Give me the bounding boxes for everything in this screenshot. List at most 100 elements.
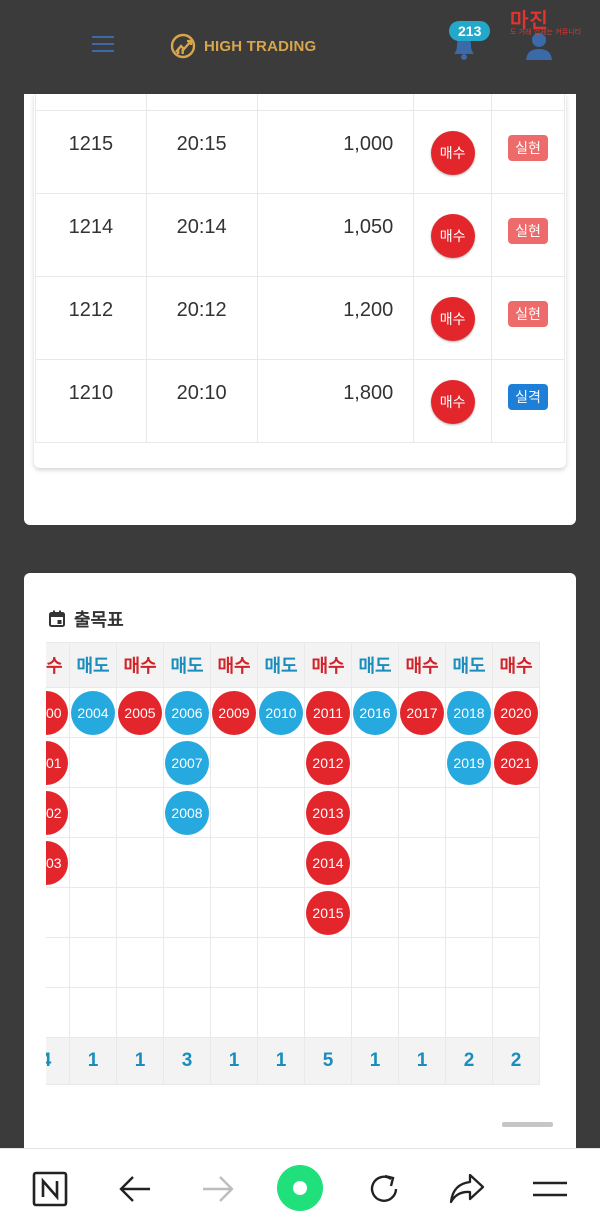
chart-cell: [445, 887, 493, 938]
chart-cell: [445, 937, 493, 988]
chart-cell: 2021: [492, 737, 540, 788]
result-badge: 실현: [508, 217, 548, 244]
chart-cell: [351, 987, 399, 1038]
chart-cell: [210, 737, 258, 788]
chart-row: 2002 2008 2013: [46, 787, 540, 838]
watermark-subtitle: 도 거래 업체는 커뮤니티: [510, 28, 582, 36]
notification-badge: 213: [449, 21, 491, 41]
chart-card-header: 출목표: [48, 606, 124, 632]
buy-ball: 2001: [46, 740, 68, 785]
chart-cell: [445, 837, 493, 888]
green-dot-icon[interactable]: [276, 1164, 324, 1212]
hamburger-menu-icon[interactable]: [92, 36, 114, 52]
chart-cell: 2001: [46, 737, 70, 788]
chart-cell: [257, 937, 305, 988]
chart-cell: [210, 937, 258, 988]
buy-ball: 2002: [46, 790, 68, 835]
buy-ball: 2015: [306, 890, 350, 935]
buy-badge: 매수: [430, 213, 475, 258]
buy-ball: 2009: [212, 690, 256, 735]
top-bar: HIGH TRADING 213 마진 도 거래 업체는 커뮤니티: [0, 0, 600, 94]
chart-cell: [492, 937, 540, 988]
chart-cell: [210, 887, 258, 938]
chart-cell: [116, 937, 164, 988]
table-row[interactable]: 1212 20:12 1,200 매수 실현: [35, 275, 565, 360]
chart-row: 2000200420052006200920102011201620172018…: [46, 687, 540, 738]
chart-cell: [257, 887, 305, 938]
buy-ball: 2003: [46, 840, 68, 885]
column-header-buy: 매수: [492, 642, 540, 688]
chart-cell: 2000: [46, 687, 70, 738]
buy-ball: 2021: [494, 740, 538, 785]
brand-logo[interactable]: HIGH TRADING: [170, 33, 316, 59]
sell-ball: 2019: [447, 740, 491, 785]
chart-cell: [69, 787, 117, 838]
chart-cell: 2013: [304, 787, 352, 838]
column-total: 3: [163, 1037, 211, 1085]
trade-time: 20:15: [145, 109, 258, 194]
buy-badge: 매수: [430, 379, 475, 424]
table-row[interactable]: 1215 20:15 1,000 매수 실현: [35, 109, 565, 194]
chart-cell: 2010: [257, 687, 305, 738]
share-icon: [449, 1173, 485, 1204]
chart-cell: [351, 937, 399, 988]
chart-cell: [398, 937, 446, 988]
chart-cell: [257, 737, 305, 788]
chart-card-title: 출목표: [74, 610, 124, 630]
chart-cell: [492, 837, 540, 888]
column-header-sell: 매도: [69, 642, 117, 688]
column-total: 2: [492, 1037, 540, 1085]
horizontal-scrollbar[interactable]: [502, 1122, 553, 1127]
chart-cell: [492, 887, 540, 938]
menu-icon[interactable]: [530, 1169, 570, 1209]
refresh-icon[interactable]: [364, 1169, 404, 1209]
column-header-sell: 매도: [445, 642, 493, 688]
column-total: 2: [445, 1037, 493, 1085]
back-arrow-icon[interactable]: [115, 1169, 155, 1209]
chart-cell: [210, 987, 258, 1038]
table-row[interactable]: 1210 20:10 1,800 매수 실격: [35, 358, 565, 443]
chart-cell: [398, 887, 446, 938]
chart-cell: [398, 837, 446, 888]
app-root: HIGH TRADING 213 마진 도 거래 업체는 커뮤니티 1215 2…: [0, 0, 600, 1226]
chart-row: [46, 937, 540, 988]
column-total: 4: [46, 1037, 70, 1085]
forward-arrow-icon: [203, 1176, 234, 1202]
sell-ball: 2016: [353, 690, 397, 735]
column-header-buy: 매수: [210, 642, 258, 688]
sell-ball: 2006: [165, 690, 209, 735]
column-header-sell: 매도: [257, 642, 305, 688]
forward-arrow-icon[interactable]: [198, 1169, 238, 1209]
refresh-icon: [370, 1174, 398, 1202]
chart-cell: 2006: [163, 687, 211, 738]
chart-cell: 2016: [351, 687, 399, 738]
buy-ball: 2011: [306, 690, 350, 735]
share-icon[interactable]: [447, 1169, 487, 1209]
trade-amount: 1,000: [256, 109, 415, 194]
chart-cell: 2003: [46, 837, 70, 888]
chart-totals-row: 41131151122: [46, 1037, 540, 1085]
column-header-buy: 매수: [304, 642, 352, 688]
chart-cell: [445, 987, 493, 1038]
chart-scroll-area[interactable]: 매수매도매수매도매수매도매수매도매수매도매수200020042005200620…: [46, 642, 553, 1102]
result-badge: 실현: [508, 300, 548, 327]
sell-ball: 2008: [165, 790, 209, 835]
table-row[interactable]: 1214 20:14 1,050 매수 실현: [35, 192, 565, 277]
column-total: 1: [210, 1037, 258, 1085]
trade-id: 1210: [35, 358, 147, 443]
column-header-buy: 매수: [46, 642, 70, 688]
trades-card: 1215 20:15 1,000 매수 실현 1214 20:14 1,050 …: [24, 94, 576, 525]
trade-id: 1215: [35, 109, 147, 194]
column-total: 1: [398, 1037, 446, 1085]
chart-cell: 2008: [163, 787, 211, 838]
chart-cell: [69, 837, 117, 888]
naver-home-icon[interactable]: [30, 1169, 70, 1209]
column-total: 1: [257, 1037, 305, 1085]
buy-ball: 2000: [46, 690, 68, 735]
buy-ball: 2014: [306, 840, 350, 885]
chart-cell: 2017: [398, 687, 446, 738]
chart-cell: 2015: [304, 887, 352, 938]
trade-amount: 1,800: [256, 358, 415, 443]
calendar-icon: [49, 610, 65, 627]
sell-ball: 2010: [259, 690, 303, 735]
